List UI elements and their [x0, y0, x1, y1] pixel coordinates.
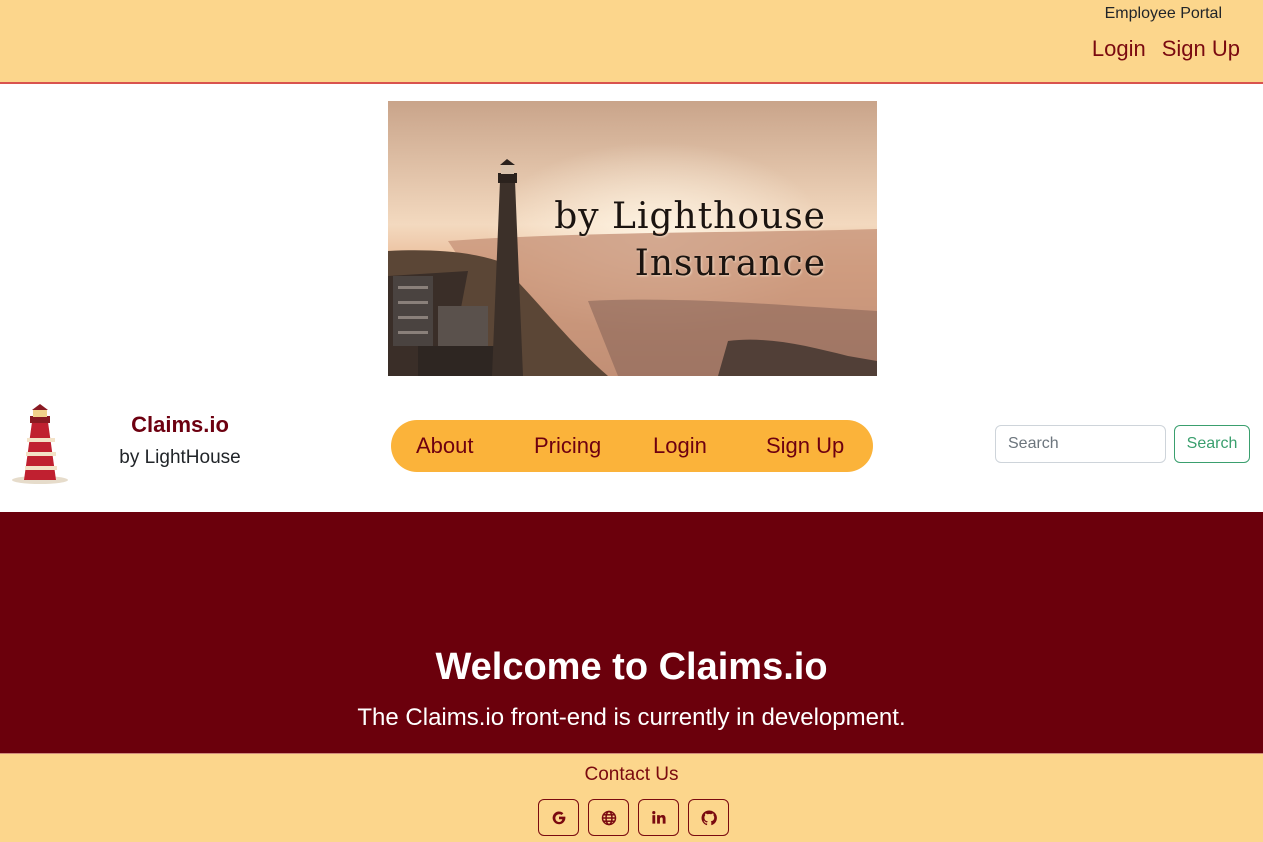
- nav-login[interactable]: Login: [653, 433, 707, 459]
- contact-us-heading: Contact Us: [584, 764, 679, 785]
- banner-line-2: Insurance: [634, 243, 826, 284]
- brand-name[interactable]: Claims.io: [116, 412, 244, 438]
- welcome-title: Welcome to Claims.io: [435, 646, 828, 688]
- nav-about[interactable]: About: [416, 433, 474, 459]
- nav-pricing[interactable]: Pricing: [534, 433, 601, 459]
- website-button[interactable]: [588, 799, 629, 836]
- globe-icon: [601, 810, 616, 825]
- top-signup-link[interactable]: Sign Up: [1162, 36, 1240, 62]
- google-button[interactable]: [538, 799, 579, 836]
- employee-portal-label: Employee Portal: [1104, 5, 1222, 22]
- hero-banner-image: by Lighthouse Insurance: [388, 101, 877, 376]
- linkedin-button[interactable]: [638, 799, 679, 836]
- footer: Contact Us: [0, 753, 1263, 842]
- lighthouse-logo-icon[interactable]: [10, 404, 72, 484]
- banner-line-1: by Lighthouse: [554, 196, 826, 237]
- welcome-subtitle: The Claims.io front-end is currently in …: [357, 704, 906, 731]
- google-icon: [552, 810, 565, 824]
- search-input[interactable]: [995, 425, 1166, 463]
- banner-caption: by Lighthouse Insurance: [554, 193, 826, 287]
- main-nav: About Pricing Login Sign Up: [391, 420, 873, 472]
- top-auth-links: Login Sign Up: [1092, 36, 1240, 62]
- nav-signup[interactable]: Sign Up: [766, 433, 844, 459]
- brand-tagline: by LightHouse: [119, 447, 241, 468]
- top-login-link[interactable]: Login: [1092, 36, 1146, 62]
- search-button[interactable]: Search: [1174, 425, 1250, 463]
- welcome-section: Welcome to Claims.io The Claims.io front…: [0, 512, 1263, 753]
- top-bar: Employee Portal Login Sign Up: [0, 0, 1263, 84]
- github-icon: [701, 809, 717, 825]
- linkedin-icon: [652, 811, 666, 824]
- github-button[interactable]: [688, 799, 729, 836]
- social-links: [538, 799, 729, 836]
